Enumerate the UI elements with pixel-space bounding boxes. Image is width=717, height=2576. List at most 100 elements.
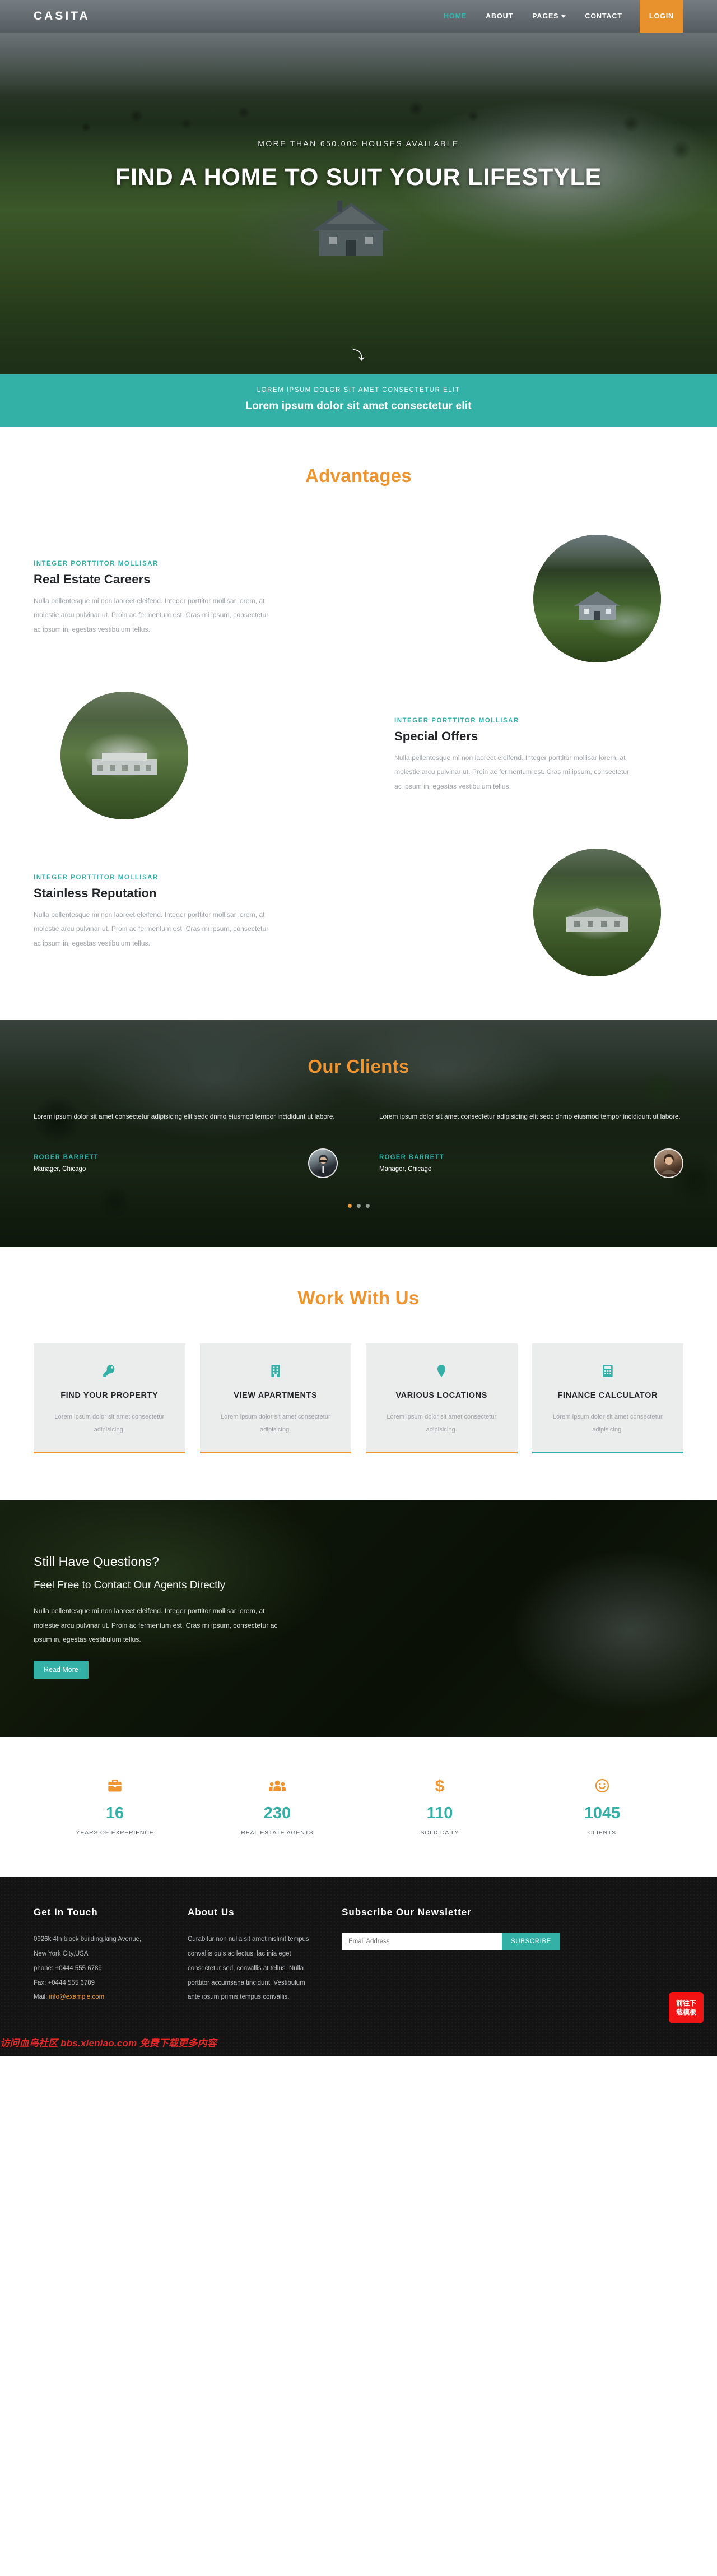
testimonial-item: Lorem ipsum dolor sit amet consectetur a…: [379, 1110, 683, 1178]
people-group-icon: [196, 1775, 358, 1796]
counter-label: REAL ESTATE AGENTS: [241, 1829, 314, 1836]
chevron-down-icon: [561, 15, 566, 18]
clients-content: Our Clients Lorem ipsum dolor sit amet c…: [0, 1056, 717, 1208]
advantage-heading: Real Estate Careers: [34, 572, 151, 587]
footer-newsletter-column: Subscribe Our Newsletter SUBSCRIBE: [342, 1907, 683, 2005]
newsletter-email-input[interactable]: [342, 1932, 502, 1950]
footer-address-line-1: 0926k 4th block building,king Avenue,: [34, 1935, 142, 1943]
nav-item-home[interactable]: HOME: [434, 0, 476, 33]
key-icon: [46, 1360, 173, 1382]
counter-label: CLIENTS: [588, 1829, 616, 1836]
counter-label: SOLD DAILY: [420, 1829, 459, 1836]
carousel-dot[interactable]: [356, 1203, 361, 1208]
advantage-photo: [533, 849, 661, 976]
dollar-sign-icon: $: [358, 1775, 521, 1796]
advantage-item: INTEGER PORTTITOR MOLLISAR Stainless Rep…: [34, 849, 683, 976]
download-template-button[interactable]: 前往下载模板: [669, 1991, 704, 2023]
advantage-photo: [533, 535, 661, 662]
work-card-finance-calculator[interactable]: FINANCE CALCULATOR Lorem ipsum dolor sit…: [532, 1343, 683, 1454]
advantage-kicker: INTEGER PORTTITOR MOLLISAR: [34, 874, 159, 882]
nav-label-about: ABOUT: [486, 12, 514, 20]
nav-label-pages: PAGES: [532, 12, 559, 20]
footer-address-line-2: New York City,USA: [34, 1950, 89, 1957]
work-card-various-locations[interactable]: VARIOUS LOCATIONS Lorem ipsum dolor sit …: [366, 1343, 518, 1454]
briefcase-icon: [34, 1775, 196, 1796]
footer-about-heading: About Us: [188, 1906, 235, 1917]
avatar: [308, 1148, 338, 1178]
testimonial-role: Manager, Chicago: [379, 1165, 432, 1173]
calculator-icon: [544, 1360, 672, 1382]
site-logo[interactable]: CASITA: [34, 10, 90, 23]
advantage-text: INTEGER PORTTITOR MOLLISAR Special Offer…: [358, 717, 683, 793]
advantage-image-wrap: [358, 535, 683, 662]
login-button[interactable]: LOGIN: [639, 0, 683, 33]
person-icon: [660, 1154, 677, 1174]
read-more-button[interactable]: Read More: [34, 1660, 89, 1679]
advantage-body: Nulla pellentesque mi non laoreet eleife…: [34, 597, 269, 633]
footer-mail-link[interactable]: info@example.com: [49, 1994, 104, 2000]
footer-phone: phone: +0444 555 6789: [34, 1965, 102, 1972]
questions-subheading: Feel Free to Contact Our Agents Directly: [34, 1579, 226, 1592]
building-icon: [212, 1360, 339, 1382]
advantages-section: Advantages INTEGER PORTTITOR MOLLISAR Re…: [0, 427, 717, 1020]
testimonial-name: ROGER BARRETT: [379, 1153, 444, 1161]
promo-banner: LOREM IPSUM DOLOR SIT AMET CONSECTETUR E…: [0, 374, 717, 427]
nav-item-pages[interactable]: PAGES: [523, 0, 575, 33]
promo-banner-heading: Lorem ipsum dolor sit amet consectetur e…: [245, 400, 472, 412]
newsletter-subscribe-button[interactable]: SUBSCRIBE: [502, 1932, 560, 1950]
carousel-dot[interactable]: [365, 1203, 370, 1208]
questions-content: Still Have Questions? Feel Free to Conta…: [34, 1554, 683, 1679]
advantage-kicker: INTEGER PORTTITOR MOLLISAR: [34, 560, 159, 568]
work-card-body: Lorem ipsum dolor sit amet consectetur a…: [220, 1414, 330, 1433]
nav-item-about[interactable]: ABOUT: [476, 0, 523, 33]
nav-links: HOME ABOUT PAGES CONTACT LOGIN: [434, 0, 683, 33]
house-illustration: [574, 591, 620, 620]
work-card-heading: VARIOUS LOCATIONS: [395, 1391, 488, 1400]
questions-heading: Still Have Questions?: [34, 1554, 160, 1569]
nav-item-contact[interactable]: CONTACT: [575, 0, 631, 33]
advantage-heading: Stainless Reputation: [34, 886, 157, 901]
counter-item: $ 110 SOLD DAILY: [358, 1775, 521, 1836]
work-title: Work With Us: [297, 1287, 420, 1308]
chevron-down-icon[interactable]: ⤵: [352, 350, 365, 362]
hero-title: FIND A HOME TO SUIT YOUR LIFESTYLE: [115, 164, 602, 191]
advantage-item: INTEGER PORTTITOR MOLLISAR Real Estate C…: [34, 535, 683, 662]
testimonial-name: ROGER BARRETT: [34, 1153, 99, 1161]
advantage-body: Nulla pellentesque mi non laoreet eleife…: [34, 911, 269, 947]
advantage-text: INTEGER PORTTITOR MOLLISAR Real Estate C…: [34, 560, 358, 636]
carousel-dot-active[interactable]: [347, 1203, 352, 1208]
work-card-body: Lorem ipsum dolor sit amet consectetur a…: [54, 1414, 165, 1433]
work-card-heading: FINANCE CALCULATOR: [557, 1391, 658, 1400]
newsletter-form: SUBSCRIBE: [342, 1932, 560, 1950]
counter-item: 16 YEARS OF EXPERIENCE: [34, 1775, 196, 1836]
advantage-text: INTEGER PORTTITOR MOLLISAR Stainless Rep…: [34, 874, 358, 950]
footer-contact-heading: Get In Touch: [34, 1906, 98, 1917]
questions-section: Still Have Questions? Feel Free to Conta…: [0, 1500, 717, 1737]
site-footer: Get In Touch 0926k 4th block building,ki…: [0, 1876, 717, 2056]
advantages-title: Advantages: [305, 465, 412, 486]
work-card-view-apartments[interactable]: VIEW APARTMENTS Lorem ipsum dolor sit am…: [199, 1343, 351, 1454]
testimonial-list: Lorem ipsum dolor sit amet consectetur a…: [34, 1110, 683, 1178]
footer-about-column: About Us Curabitur non nulla sit amet ni…: [188, 1907, 319, 2005]
footer-newsletter-heading: Subscribe Our Newsletter: [342, 1906, 472, 1917]
counter-label: YEARS OF EXPERIENCE: [76, 1829, 154, 1836]
map-pin-icon: [378, 1360, 505, 1382]
advantage-kicker: INTEGER PORTTITOR MOLLISAR: [394, 717, 519, 725]
work-card-heading: FIND YOUR PROPERTY: [60, 1391, 159, 1400]
smiley-face-icon: [521, 1775, 683, 1796]
hero-section: CASITA HOME ABOUT PAGES CONTACT LOGIN MO…: [0, 0, 717, 374]
work-card-find-your-property[interactable]: FIND YOUR PROPERTY Lorem ipsum dolor sit…: [34, 1343, 185, 1454]
clients-section: Our Clients Lorem ipsum dolor sit amet c…: [0, 1020, 717, 1247]
advantage-image-wrap: [358, 849, 683, 976]
person-icon: [316, 1155, 330, 1174]
work-with-us-section: Work With Us FIND YOUR PROPERTY Lorem ip…: [0, 1247, 717, 1501]
work-card-body: Lorem ipsum dolor sit amet consectetur a…: [552, 1414, 663, 1433]
counters-section: 16 YEARS OF EXPERIENCE 230 REAL ESTATE A…: [0, 1736, 717, 1877]
promo-banner-small-text: LOREM IPSUM DOLOR SIT AMET CONSECTETUR E…: [257, 387, 460, 393]
nav-label-contact: CONTACT: [585, 12, 622, 20]
questions-body: Nulla pellentesque mi non laoreet eleife…: [34, 1607, 278, 1644]
counter-value: 16: [105, 1804, 124, 1822]
carousel-dots[interactable]: [34, 1203, 683, 1208]
advantage-body: Nulla pellentesque mi non laoreet eleife…: [394, 754, 630, 790]
footer-mail-label: Mail:: [34, 1994, 48, 2001]
